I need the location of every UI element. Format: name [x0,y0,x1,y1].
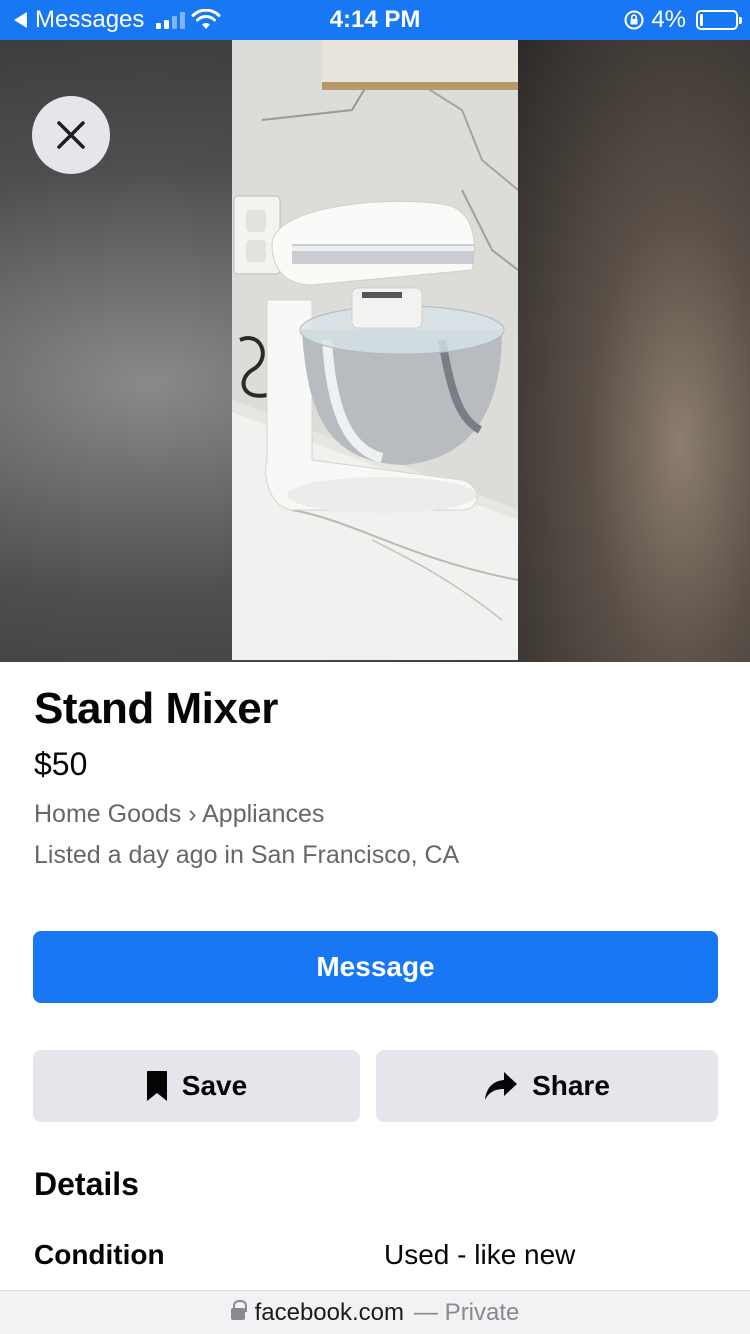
lock-icon [230,1299,247,1324]
listing-photo[interactable] [232,40,518,660]
battery-icon [696,10,742,30]
back-app-label: Messages [35,6,145,33]
wifi-icon [191,9,221,29]
stand-mixer-photo [232,40,518,660]
browser-url-bar[interactable]: facebook.com — Private [0,1290,750,1334]
listing-location-time: Listed a day ago in San Francisco, CA [34,841,460,869]
listing-photo-viewer[interactable] [0,40,750,662]
url-domain: facebook.com [254,1298,405,1326]
save-button-label: Save [181,1070,248,1101]
message-button[interactable]: Message [33,931,718,1003]
share-button-label: Share [532,1070,610,1101]
listing-category[interactable]: Home Goods › Appliances [34,800,324,829]
battery-percent: 4% [651,6,686,33]
share-arrow-icon [485,1072,518,1100]
orientation-lock-icon [624,10,644,30]
back-to-app[interactable]: Messages [14,6,254,34]
close-icon [57,121,85,149]
cellular-signal-icon [156,11,186,29]
back-triangle-icon [14,12,27,28]
message-button-label: Message [316,951,435,982]
listing-title: Stand Mixer [34,684,278,733]
save-button[interactable]: Save [33,1050,360,1122]
condition-label: Condition [34,1239,165,1270]
listing-details-panel: Stand Mixer $50 Home Goods › Appliances … [0,662,750,1290]
close-button[interactable] [32,96,110,174]
bookmark-icon [146,1071,167,1101]
details-heading: Details [34,1166,139,1202]
listing-price: $50 [34,746,88,782]
share-button[interactable]: Share [376,1050,718,1122]
url-privacy-label: — Private [414,1298,520,1326]
status-bar: Messages 4:14 PM 4% [0,0,750,40]
condition-value: Used - like new [384,1239,576,1270]
